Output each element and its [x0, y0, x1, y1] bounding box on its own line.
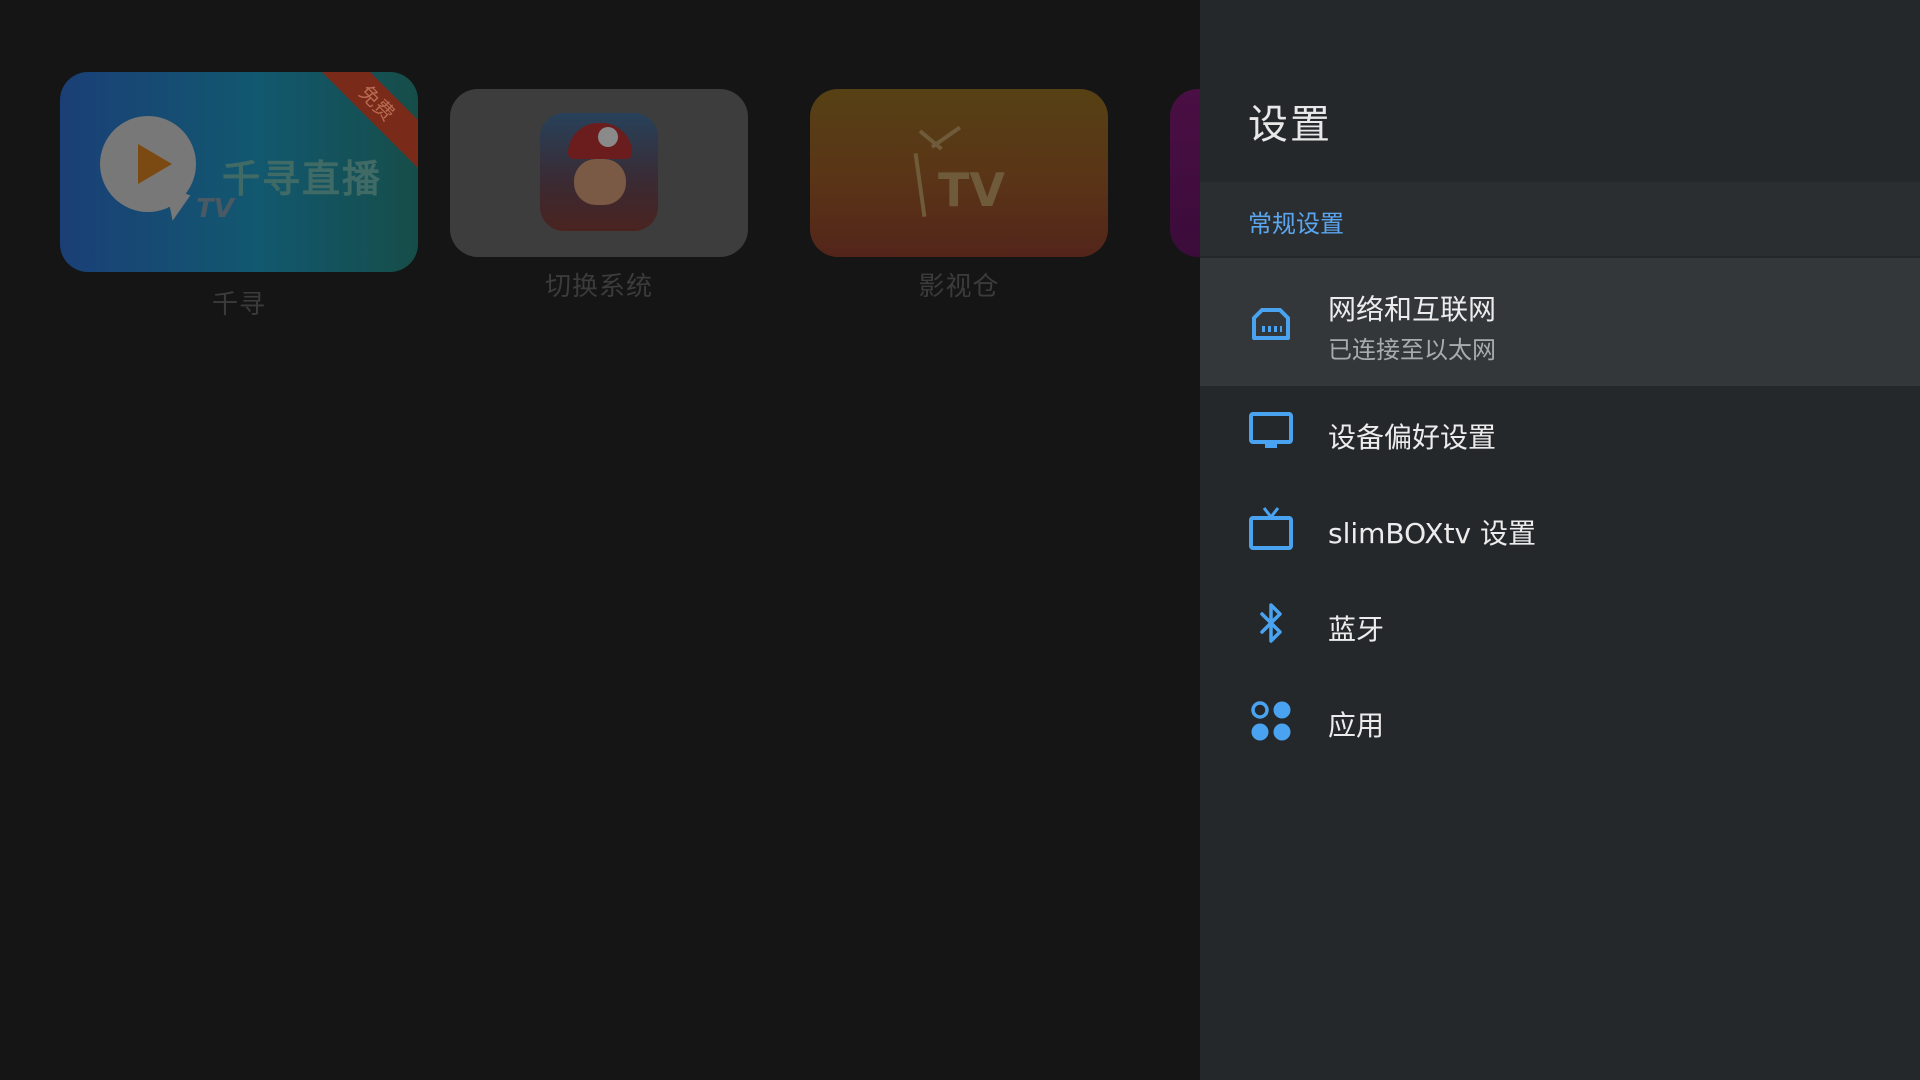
ethernet-icon	[1252, 308, 1290, 340]
section-label: 常规设置	[1248, 210, 1344, 238]
settings-panel: 设置 常规设置 网络和互联网 已连接至以太网 设备偏好设置 slimBOXtv …	[1200, 0, 1920, 1080]
app-tile-qianxun[interactable]: TV 千寻直播 免费	[60, 72, 418, 272]
section-header: 常规设置	[1200, 182, 1920, 256]
tile-brand-text: 千寻直播	[222, 157, 383, 201]
menu-item-bluetooth[interactable]: 蓝牙	[1200, 578, 1920, 674]
mario-app-icon	[540, 113, 658, 231]
face-shape	[574, 159, 626, 205]
bluetooth-icon	[1260, 603, 1282, 643]
tile-tv-mark: TV	[938, 163, 1005, 217]
menu-item-network[interactable]: 网络和互联网 已连接至以太网	[1200, 258, 1920, 386]
menu-item-label: 蓝牙	[1328, 613, 1385, 646]
play-icon	[138, 144, 172, 184]
menu-item-label: slimBOXtv 设置	[1328, 517, 1537, 550]
page-title: 设置	[1248, 102, 1332, 148]
app-tile-caption: 切换系统	[544, 272, 653, 302]
menu-item-device-preferences[interactable]: 设备偏好设置	[1200, 386, 1920, 482]
app-tile-caption: 千寻	[211, 290, 266, 320]
display-icon	[1249, 412, 1293, 448]
menu-item-label: 网络和互联网	[1328, 293, 1497, 326]
screen: TV 千寻直播 免费 千寻 切换系统 TV 影视仓 设置 常规设置 网络和互联网…	[0, 0, 1920, 1080]
launcher-background: TV 千寻直播 免费 千寻 切换系统 TV 影视仓	[0, 0, 1230, 1080]
menu-item-label: 应用	[1328, 709, 1385, 742]
menu-item-slimboxtv[interactable]: slimBOXtv 设置	[1200, 482, 1920, 578]
tv-logo-stroke	[913, 153, 927, 217]
apps-icon	[1251, 701, 1291, 741]
app-tile-switch-system[interactable]	[450, 89, 748, 257]
menu-item-apps[interactable]: 应用	[1200, 674, 1920, 770]
cap-badge	[598, 127, 618, 147]
app-tile-yingshicang[interactable]: TV	[810, 89, 1108, 257]
menu-item-label: 设备偏好设置	[1328, 421, 1497, 454]
menu-item-sublabel: 已连接至以太网	[1328, 336, 1496, 364]
tv-icon	[1249, 507, 1293, 550]
app-tile-caption: 影视仓	[918, 272, 1000, 302]
